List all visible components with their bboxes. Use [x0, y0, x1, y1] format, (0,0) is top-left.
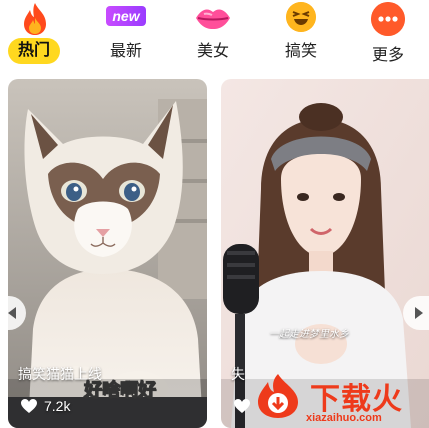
arrow-left-icon: [8, 307, 16, 319]
video-card-cat[interactable]: 搞笑猫猫上线 好啥啊好 7.2k: [8, 79, 207, 428]
watermark-logo-icon: [258, 374, 298, 418]
like-count-value: 7.2k: [44, 398, 71, 414]
tab-label: 更多: [371, 47, 404, 64]
tab-hot[interactable]: 热门: [0, 0, 70, 72]
tab-label: 搞笑: [284, 43, 317, 60]
arrow-right-icon: [415, 307, 423, 319]
laughing-face-icon: [286, 2, 316, 32]
fire-icon: [24, 3, 46, 35]
tab-beauty[interactable]: 美女: [178, 0, 248, 72]
tab-label: 最新: [109, 43, 142, 60]
watermark: 下载火 xiazaihuo.com: [254, 372, 429, 428]
like-count[interactable]: [233, 398, 251, 414]
tab-label: 美女: [196, 43, 229, 60]
video-subtitle: 好啥啊好: [84, 380, 157, 401]
category-tabs: 热门 new 最新 美女 搞笑 更多: [0, 0, 429, 74]
tab-funny[interactable]: 搞笑: [266, 0, 336, 72]
watermark-url: xiazaihuo.com: [306, 412, 382, 424]
heart-icon: [234, 399, 250, 413]
tab-more[interactable]: 更多: [353, 0, 423, 72]
heart-icon: [21, 399, 37, 413]
carousel-next-button[interactable]: [403, 296, 429, 330]
like-count[interactable]: 7.2k: [20, 398, 70, 414]
new-badge-icon: new: [106, 6, 146, 26]
tab-newest[interactable]: new 最新: [91, 0, 161, 72]
tab-label: 热门: [8, 38, 60, 64]
video-title: 失: [231, 366, 245, 382]
more-dots-icon: [371, 2, 405, 36]
video-caption: 一起走进梦里水乡: [269, 329, 349, 340]
lips-icon: [196, 9, 230, 29]
